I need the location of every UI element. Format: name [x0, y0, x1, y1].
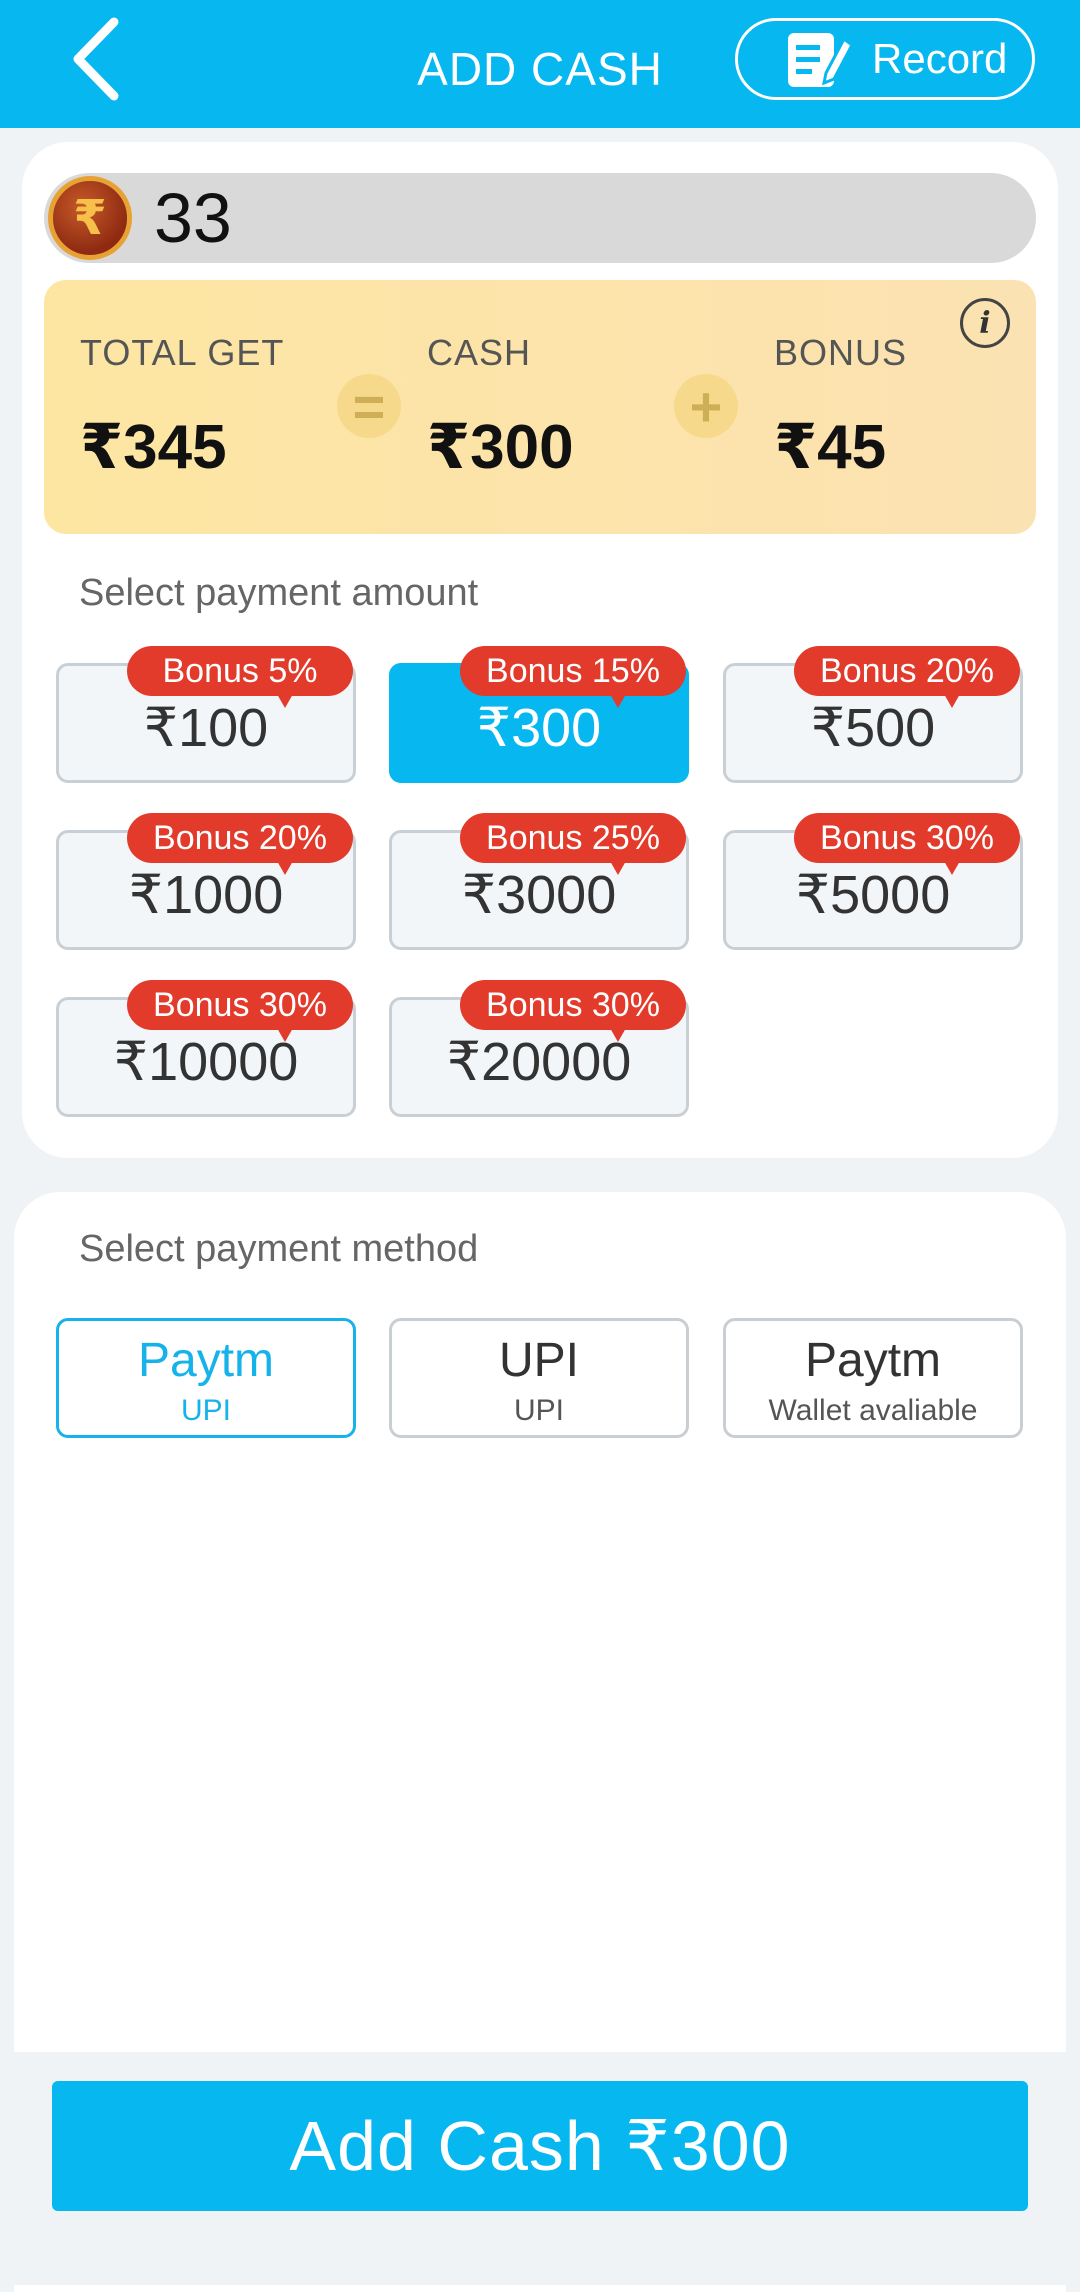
amount-option[interactable]: Bonus 30% ₹5000	[723, 813, 1023, 950]
payment-amount-title: Select payment amount	[79, 572, 479, 614]
amount-value: ₹1000	[128, 865, 284, 925]
bonus-badge: Bonus 25%	[460, 813, 686, 875]
amount-value: ₹20000	[446, 1032, 632, 1092]
amount-value: ₹500	[810, 698, 936, 758]
amount-option[interactable]: Bonus 20% ₹1000	[56, 813, 356, 950]
method-name: Paytm	[137, 1334, 275, 1387]
amount-option[interactable]: Bonus 20% ₹500	[723, 646, 1023, 783]
method-sub: UPI	[180, 1394, 231, 1427]
balance-bar: ₹ 33	[44, 173, 1036, 263]
cash-label: CASH	[427, 332, 532, 373]
method-paytm-wallet[interactable]: Paytm Wallet avaliable	[723, 1318, 1023, 1438]
total-get-value: ₹345	[80, 413, 227, 482]
total-get-label: TOTAL GET	[80, 332, 285, 373]
method-upi[interactable]: UPI UPI	[389, 1318, 689, 1438]
cash-column: CASH ₹300	[427, 332, 574, 483]
amount-value: ₹300	[476, 698, 602, 758]
bonus-summary: i TOTAL GET ₹345 = CASH ₹300 + BONUS ₹45	[44, 280, 1036, 534]
method-name: Paytm	[804, 1334, 942, 1387]
payment-method-title: Select payment method	[79, 1228, 479, 1270]
header-bar: ADD CASH Record	[0, 0, 1080, 128]
equals-icon: =	[337, 374, 401, 438]
bonus-column: BONUS ₹45	[774, 332, 907, 483]
bonus-badge: Bonus 20%	[127, 813, 353, 875]
total-get-column: TOTAL GET ₹345	[80, 332, 284, 483]
method-sub: UPI	[513, 1394, 564, 1427]
bonus-value: ₹45	[774, 413, 887, 482]
method-name: UPI	[498, 1334, 579, 1387]
balance-value: 33	[154, 179, 232, 257]
bonus-label: BONUS	[774, 332, 908, 373]
amount-option[interactable]: Bonus 5% ₹100	[56, 646, 356, 783]
bonus-badge: Bonus 15%	[460, 646, 686, 708]
edit-document-icon	[788, 33, 852, 87]
rupee-coin-icon: ₹	[48, 176, 132, 260]
method-paytm-upi[interactable]: Paytm UPI	[56, 1318, 356, 1438]
amount-option[interactable]: Bonus 25% ₹3000	[389, 813, 689, 950]
amount-value: ₹5000	[795, 865, 951, 925]
record-button[interactable]: Record	[735, 18, 1035, 100]
bonus-badge: Bonus 5%	[127, 646, 353, 708]
add-cash-button[interactable]: Add Cash ₹300	[52, 2081, 1028, 2211]
amount-option-selected[interactable]: Bonus 15% ₹300	[389, 646, 689, 783]
cash-value: ₹300	[427, 413, 574, 482]
amount-value: ₹3000	[461, 865, 617, 925]
plus-icon: +	[674, 374, 738, 438]
record-label: Record	[872, 35, 1008, 82]
method-sub: Wallet avaliable	[768, 1394, 978, 1427]
bonus-badge: Bonus 20%	[794, 646, 1020, 708]
amount-option[interactable]: Bonus 30% ₹20000	[389, 980, 689, 1117]
bonus-badge: Bonus 30%	[794, 813, 1020, 875]
bonus-badge: Bonus 30%	[460, 980, 686, 1042]
bonus-badge: Bonus 30%	[127, 980, 353, 1042]
amount-value: ₹100	[143, 698, 269, 758]
amount-option[interactable]: Bonus 30% ₹10000	[56, 980, 356, 1117]
amount-value: ₹10000	[113, 1032, 299, 1092]
info-icon[interactable]: i	[960, 298, 1010, 348]
